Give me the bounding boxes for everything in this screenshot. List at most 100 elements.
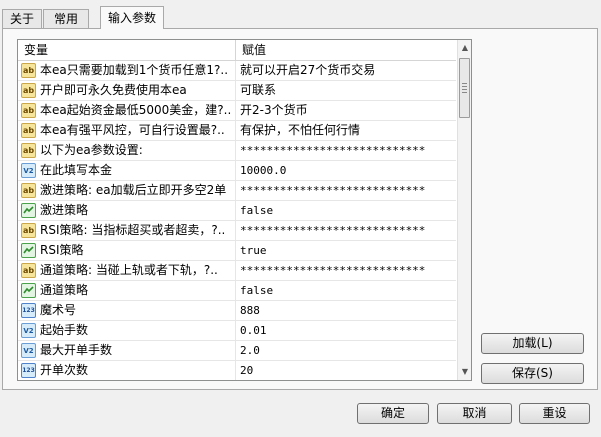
string-type-icon: ab [21, 263, 36, 278]
parameter-name: 开单次数 [40, 363, 89, 377]
parameter-value[interactable]: 2.0 [236, 341, 456, 360]
parameter-name-cell[interactable]: ab 激进策略: ea加载后立即开多空2单 [18, 181, 236, 200]
string-type-icon: ab [21, 183, 36, 198]
double-type-icon: V2 [21, 323, 36, 338]
grid-header: 变量 赋值 [18, 40, 456, 61]
parameter-value[interactable]: 0.01 [236, 321, 456, 340]
parameter-name: RSI策略 [40, 243, 84, 257]
parameter-value[interactable]: **************************** [236, 261, 456, 280]
parameter-value[interactable]: false [236, 281, 456, 300]
parameter-name: 通道策略: 当碰上轨或者下轨，?.. [40, 263, 218, 277]
parameter-row[interactable]: ab 激进策略: ea加载后立即开多空2单 ********************… [18, 181, 456, 201]
parameter-value[interactable]: false [236, 201, 456, 220]
parameter-name-cell[interactable]: 123 开单次数 [18, 361, 236, 380]
parameter-value[interactable]: 10000.0 [236, 161, 456, 180]
parameter-name: 本ea有强平风控，可自行设置最?.. [40, 123, 225, 137]
parameter-name-cell[interactable]: ab 本ea起始资金最低5000美金，建?.. [18, 101, 236, 120]
parameter-row[interactable]: ab 开户即可永久免费使用本ea 可联系 [18, 81, 456, 101]
vertical-scrollbar[interactable]: ▲ ▼ [457, 40, 471, 380]
parameter-name-cell[interactable]: ab RSI策略: 当指标超买或者超卖，?.. [18, 221, 236, 240]
parameter-row[interactable]: V2 起始手数 0.01 [18, 321, 456, 341]
parameter-row[interactable]: ab 本ea有强平风控，可自行设置最?.. 有保护，不怕任何行情 [18, 121, 456, 141]
string-type-icon: ab [21, 143, 36, 158]
parameter-row[interactable]: 激进策略 false [18, 201, 456, 221]
parameter-row[interactable]: V2 最大开单手数 2.0 [18, 341, 456, 361]
parameter-row[interactable]: ab 本ea起始资金最低5000美金，建?.. 开2-3个货币 [18, 101, 456, 121]
ok-button[interactable]: 确定 [357, 403, 429, 424]
parameter-name: RSI策略: 当指标超买或者超卖，?.. [40, 223, 226, 237]
parameter-name: 本ea只需要加载到1个货币任意1?.. [40, 63, 229, 77]
parameter-name-cell[interactable]: V2 在此填写本金 [18, 161, 236, 180]
parameter-row[interactable]: ab 本ea只需要加载到1个货币任意1?.. 就可以开启27个货币交易 [18, 61, 456, 81]
parameter-name-cell[interactable]: ab 本ea有强平风控，可自行设置最?.. [18, 121, 236, 140]
parameter-name: 在此填写本金 [40, 163, 113, 177]
tab-inputs-label: 输入参数 [107, 11, 156, 25]
string-type-icon: ab [21, 103, 36, 118]
parameter-name: 开户即可永久免费使用本ea [40, 83, 187, 97]
parameters-grid: 变量 赋值 ab 本ea只需要加载到1个货币任意1?.. 就可以开启27个货币交易 a… [17, 39, 472, 381]
double-type-icon: V2 [21, 343, 36, 358]
parameter-value[interactable]: **************************** [236, 141, 456, 160]
parameter-name-cell[interactable]: ab 本ea只需要加载到1个货币任意1?.. [18, 61, 236, 80]
parameter-value[interactable]: 就可以开启27个货币交易 [236, 61, 456, 80]
parameter-name-cell[interactable]: ab 通道策略: 当碰上轨或者下轨，?.. [18, 261, 236, 280]
scrollbar-thumb[interactable] [459, 58, 470, 118]
parameter-row[interactable]: RSI策略 true [18, 241, 456, 261]
parameter-value[interactable]: 可联系 [236, 81, 456, 100]
parameter-name: 起始手数 [40, 323, 89, 337]
parameter-row[interactable]: ab 通道策略: 当碰上轨或者下轨，?.. ********************… [18, 261, 456, 281]
column-header-variable[interactable]: 变量 [18, 40, 236, 60]
double-type-icon: V2 [21, 163, 36, 178]
parameter-name: 本ea起始资金最低5000美金，建?.. [40, 103, 232, 117]
parameter-name-cell[interactable]: 激进策略 [18, 201, 236, 220]
cancel-button[interactable]: 取消 [437, 403, 512, 424]
parameter-row[interactable]: ab 以下为ea参数设置: **************************** [18, 141, 456, 161]
grid-rows: ab 本ea只需要加载到1个货币任意1?.. 就可以开启27个货币交易 ab 开户即可永… [18, 61, 456, 380]
scroll-up-arrow-icon[interactable]: ▲ [458, 40, 471, 56]
parameter-name-cell[interactable]: 通道策略 [18, 281, 236, 300]
string-type-icon: ab [21, 223, 36, 238]
parameter-name-cell[interactable]: ab 开户即可永久免费使用本ea [18, 81, 236, 100]
parameter-row[interactable]: 123 开单次数 20 [18, 361, 456, 380]
tab-common[interactable]: 常用 [43, 9, 89, 28]
save-button[interactable]: 保存(S) [481, 363, 584, 384]
string-type-icon: ab [21, 63, 36, 78]
parameter-name: 激进策略: ea加载后立即开多空2单 [40, 183, 227, 197]
parameter-value[interactable]: true [236, 241, 456, 260]
parameter-value[interactable]: 20 [236, 361, 456, 380]
tab-inputs[interactable]: 输入参数 [100, 6, 164, 29]
integer-type-icon: 123 [21, 303, 36, 318]
integer-type-icon: 123 [21, 363, 36, 378]
string-type-icon: ab [21, 83, 36, 98]
tab-about-label: 关于 [9, 12, 34, 26]
parameter-name-cell[interactable]: RSI策略 [18, 241, 236, 260]
parameter-name: 激进策略 [40, 203, 89, 217]
boolean-type-icon [21, 203, 36, 218]
reset-button[interactable]: 重设 [519, 403, 590, 424]
parameter-name-cell[interactable]: V2 最大开单手数 [18, 341, 236, 360]
parameter-row[interactable]: V2 在此填写本金 10000.0 [18, 161, 456, 181]
parameter-row[interactable]: 123 魔术号 888 [18, 301, 456, 321]
inputs-panel: 变量 赋值 ab 本ea只需要加载到1个货币任意1?.. 就可以开启27个货币交易 a… [2, 28, 598, 390]
parameter-row[interactable]: ab RSI策略: 当指标超买或者超卖，?.. ******************… [18, 221, 456, 241]
parameter-name-cell[interactable]: 123 魔术号 [18, 301, 236, 320]
parameter-name: 以下为ea参数设置: [40, 143, 143, 157]
parameter-name: 魔术号 [40, 303, 77, 317]
string-type-icon: ab [21, 123, 36, 138]
parameter-row[interactable]: 通道策略 false [18, 281, 456, 301]
parameter-name: 最大开单手数 [40, 343, 113, 357]
parameter-value[interactable]: 有保护，不怕任何行情 [236, 121, 456, 140]
parameter-value[interactable]: 开2-3个货币 [236, 101, 456, 120]
parameter-value[interactable]: 888 [236, 301, 456, 320]
column-header-value[interactable]: 赋值 [236, 40, 456, 60]
tab-common-label: 常用 [53, 12, 78, 26]
parameter-value[interactable]: **************************** [236, 221, 456, 240]
scroll-down-arrow-icon[interactable]: ▼ [458, 364, 471, 380]
tab-about[interactable]: 关于 [2, 9, 42, 28]
parameter-name-cell[interactable]: V2 起始手数 [18, 321, 236, 340]
boolean-type-icon [21, 283, 36, 298]
load-button[interactable]: 加载(L) [481, 333, 584, 354]
boolean-type-icon [21, 243, 36, 258]
parameter-name-cell[interactable]: ab 以下为ea参数设置: [18, 141, 236, 160]
parameter-value[interactable]: **************************** [236, 181, 456, 200]
